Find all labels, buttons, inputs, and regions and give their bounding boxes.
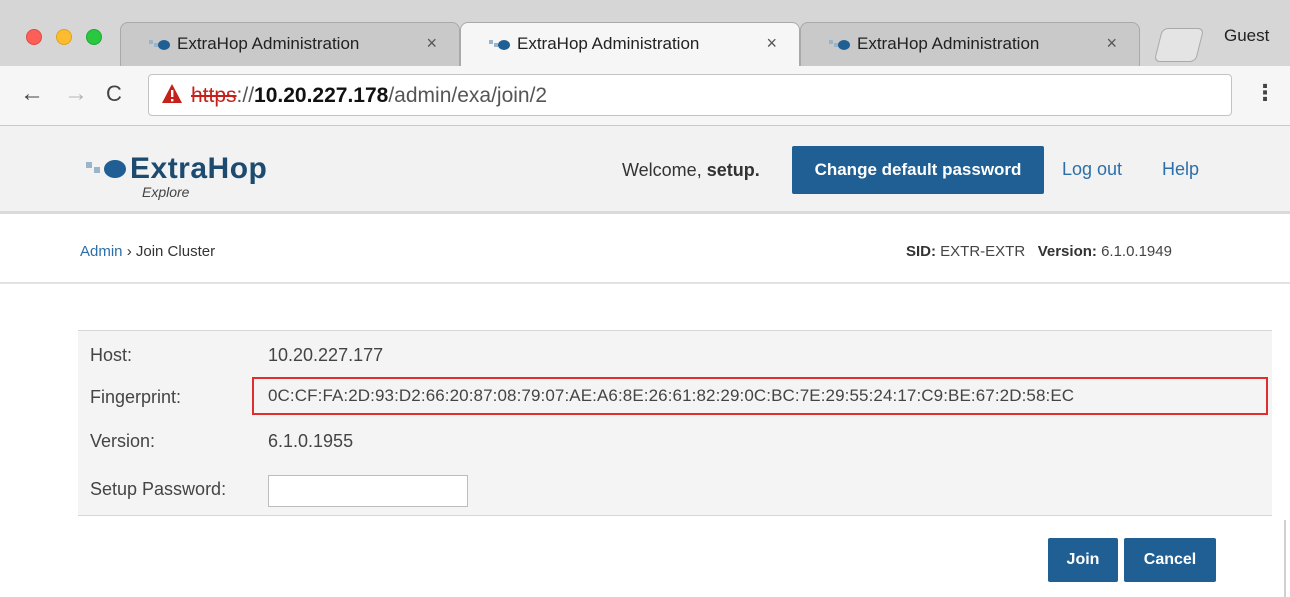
tab-close-icon[interactable]: × xyxy=(1106,33,1117,54)
breadcrumb-admin-link[interactable]: Admin xyxy=(80,243,123,260)
new-tab-button[interactable] xyxy=(1153,28,1205,62)
breadcrumb: Admin › Join Cluster xyxy=(80,243,215,260)
tab-title: ExtraHop Administration xyxy=(177,34,360,53)
host-value: 10.20.227.177 xyxy=(268,345,384,365)
profile-guest[interactable]: Guest xyxy=(1224,26,1269,46)
url-separator: :// xyxy=(236,84,255,107)
browser-tab-1[interactable]: ExtraHop Administration × xyxy=(120,22,460,66)
setup-password-input[interactable] xyxy=(268,475,468,507)
version-value: 6.1.0.1949 xyxy=(1101,243,1172,260)
extrahop-logo-icon xyxy=(86,160,126,178)
page-scrollbar[interactable] xyxy=(1284,520,1286,597)
browser-toolbar: ← → C https://10.20.227.178/admin/exa/jo… xyxy=(0,66,1290,126)
host-label: Host: xyxy=(90,345,133,365)
extrahop-logo[interactable]: ExtraHop Explore xyxy=(86,152,286,202)
address-bar[interactable]: https://10.20.227.178/admin/exa/join/2 xyxy=(148,74,1232,116)
reload-icon[interactable]: C xyxy=(106,81,122,107)
forward-arrow-icon[interactable]: → xyxy=(64,80,88,108)
welcome-user: setup. xyxy=(706,160,760,180)
join-cluster-panel: Host: 10.20.227.177 Fingerprint: 0C:CF:F… xyxy=(78,330,1272,516)
extrahop-favicon-icon xyxy=(829,40,850,50)
tab-title: ExtraHop Administration xyxy=(857,34,1040,53)
back-arrow-icon[interactable]: ← xyxy=(20,80,44,108)
join-button[interactable]: Join xyxy=(1048,538,1118,582)
tab-close-icon[interactable]: × xyxy=(426,33,437,54)
logo-subtitle: Explore xyxy=(142,184,190,200)
change-password-button[interactable]: Change default password xyxy=(792,146,1044,194)
logout-link[interactable]: Log out xyxy=(1062,159,1122,180)
breadcrumb-current: Join Cluster xyxy=(135,243,216,260)
fingerprint-label: Fingerprint: xyxy=(90,387,182,407)
browser-menu-icon[interactable]: ⋮ xyxy=(1254,80,1276,106)
welcome-prefix: Welcome, xyxy=(622,160,707,180)
breadcrumb-separator: › xyxy=(122,243,136,260)
system-info: SID: EXTR-EXTR Version: 6.1.0.1949 xyxy=(906,243,1172,260)
welcome-message: Welcome, setup. xyxy=(622,160,760,181)
maximize-window-button[interactable] xyxy=(86,29,102,45)
fingerprint-value: 0C:CF:FA:2D:93:D2:66:20:87:08:79:07:AE:A… xyxy=(268,386,1075,405)
tab-close-icon[interactable]: × xyxy=(766,33,777,54)
breadcrumb-row: Admin › Join Cluster SID: EXTR-EXTR Vers… xyxy=(0,214,1290,284)
logo-text: ExtraHop xyxy=(130,152,268,185)
browser-titlebar: ExtraHop Administration × ExtraHop Admin… xyxy=(0,0,1290,66)
minimize-window-button[interactable] xyxy=(56,29,72,45)
extrahop-favicon-icon xyxy=(489,40,510,50)
version-value: 6.1.0.1955 xyxy=(268,431,354,451)
version-label: Version: xyxy=(1037,243,1097,260)
url-path: /admin/exa/join/2 xyxy=(388,84,548,107)
fingerprint-highlight: 0C:CF:FA:2D:93:D2:66:20:87:08:79:07:AE:A… xyxy=(252,377,1268,415)
browser-tab-3[interactable]: ExtraHop Administration × xyxy=(800,22,1140,66)
help-link[interactable]: Help xyxy=(1162,159,1199,180)
setup-password-label: Setup Password: xyxy=(90,479,227,499)
sid-value: EXTR-EXTR xyxy=(940,243,1026,260)
url-host: 10.20.227.178 xyxy=(254,84,389,107)
tab-title: ExtraHop Administration xyxy=(517,34,700,53)
url-text[interactable]: https://10.20.227.178/admin/exa/join/2 xyxy=(191,84,547,108)
warning-triangle-icon[interactable] xyxy=(161,82,183,106)
url-scheme: https xyxy=(191,84,237,107)
sid-label: SID: xyxy=(906,243,936,260)
extrahop-favicon-icon xyxy=(149,40,170,50)
cancel-button[interactable]: Cancel xyxy=(1124,538,1216,582)
app-header: ExtraHop Explore Welcome, setup. Change … xyxy=(0,126,1290,214)
close-window-button[interactable] xyxy=(26,29,42,45)
version-label: Version: xyxy=(90,431,156,451)
browser-tab-2[interactable]: ExtraHop Administration × xyxy=(460,22,800,66)
